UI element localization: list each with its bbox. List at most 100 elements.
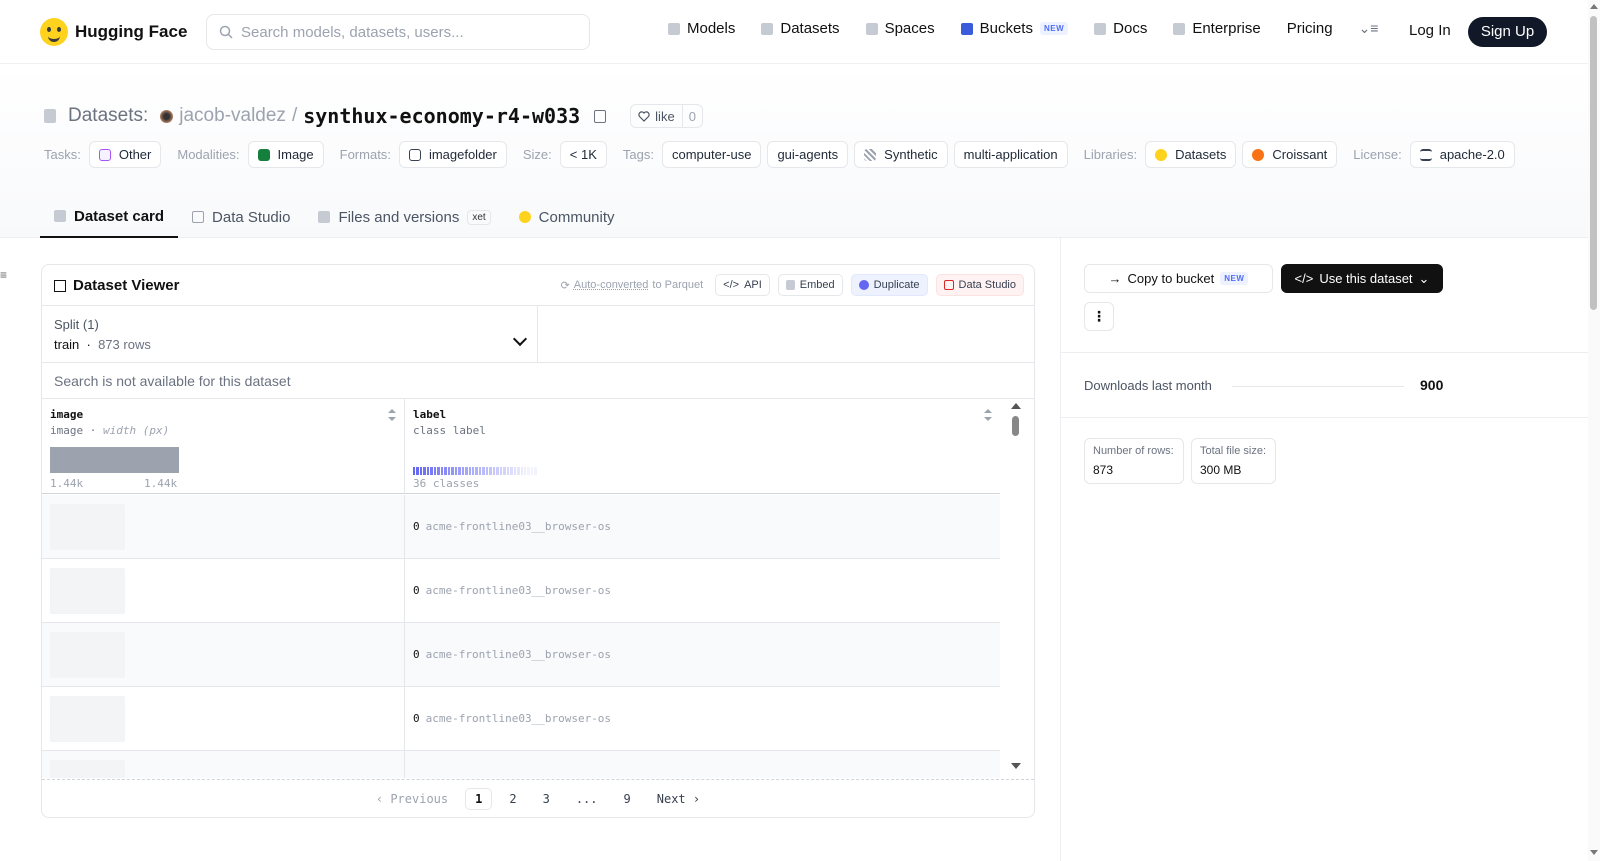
- table-row[interactable]: [42, 751, 1000, 778]
- tag-modality[interactable]: Image: [247, 141, 324, 168]
- class-segment: [482, 467, 485, 475]
- duplicate-label: Duplicate: [873, 279, 920, 291]
- scroll-down-icon[interactable]: [1011, 763, 1021, 769]
- tag-task[interactable]: Other: [88, 141, 162, 168]
- previous-page-button[interactable]: ‹ Previous: [367, 789, 457, 809]
- code-icon: </>: [723, 279, 740, 291]
- viewer-header: Dataset Viewer ⟳ Auto-converted to Parquet…: [42, 265, 1034, 306]
- table-scrollbar[interactable]: [1000, 399, 1034, 778]
- api-label: API: [744, 279, 762, 291]
- column-type: class label: [413, 424, 486, 437]
- class-segment: [506, 467, 510, 475]
- nav-spaces[interactable]: Spaces: [865, 20, 935, 37]
- sort-icon[interactable]: [984, 409, 992, 421]
- size-stat-label: Total file size:: [1200, 445, 1267, 457]
- use-this-dataset-button[interactable]: </> Use this dataset ⌄: [1281, 264, 1443, 293]
- sidebar-toggle-icon[interactable]: ≡: [0, 268, 7, 282]
- scroll-up-icon[interactable]: [1590, 4, 1598, 9]
- page-button[interactable]: 2: [500, 789, 525, 809]
- tag-item[interactable]: Synthetic: [854, 141, 948, 168]
- scroll-down-icon[interactable]: [1590, 850, 1598, 855]
- histogram-max: 1.44k: [144, 477, 178, 490]
- embed-icon: [785, 280, 795, 290]
- table-row[interactable]: 0 acme-frontline03__browser-os: [42, 559, 1000, 623]
- class-segment: [503, 467, 506, 475]
- data-studio-button[interactable]: Data Studio: [935, 274, 1024, 296]
- image-thumbnail[interactable]: [50, 632, 125, 678]
- tag-library-label: Croissant: [1272, 147, 1328, 162]
- formats-label: Formats:: [339, 147, 391, 162]
- tag-library[interactable]: Datasets: [1145, 141, 1237, 168]
- new-badge: NEW: [1039, 22, 1069, 35]
- nav-datasets-label: Datasets: [780, 20, 840, 37]
- owner-link[interactable]: jacob-valdez: [179, 105, 286, 127]
- tag-item[interactable]: multi-application: [953, 141, 1068, 168]
- use-this-dataset-label: Use this dataset: [1319, 271, 1413, 286]
- tab-dataset-card[interactable]: Dataset card: [40, 196, 179, 238]
- signup-button[interactable]: Sign Up: [1468, 17, 1547, 47]
- column-header-image[interactable]: image image · width (px) 1.44k 1.44k: [42, 399, 405, 494]
- login-link[interactable]: Log In: [1409, 22, 1451, 39]
- table-row[interactable]: 0 acme-frontline03__browser-os: [42, 687, 1000, 751]
- nav-enterprise[interactable]: Enterprise: [1173, 20, 1261, 37]
- tag-item[interactable]: gui-agents: [767, 141, 849, 168]
- table-body: 0 acme-frontline03__browser-os 0 acme-fron…: [42, 495, 1000, 778]
- page-button-current[interactable]: 1: [465, 787, 493, 810]
- auto-converted-suffix: to Parquet: [652, 279, 704, 291]
- search-unavailable-message: Search is not available for this dataset: [54, 373, 291, 389]
- brand-logo[interactable]: Hugging Face: [40, 18, 187, 46]
- tag-library[interactable]: Croissant: [1242, 141, 1338, 168]
- more-menu-icon[interactable]: ⌄≡: [1359, 20, 1379, 37]
- embed-button[interactable]: Embed: [777, 274, 843, 296]
- page-scroll-thumb[interactable]: [1590, 16, 1597, 310]
- enterprise-icon: [1173, 22, 1186, 35]
- like-button[interactable]: like 0: [630, 104, 703, 128]
- refresh-icon: ⟳: [560, 279, 570, 292]
- auto-converted-link[interactable]: Auto-converted: [574, 279, 649, 291]
- search-box[interactable]: [206, 14, 590, 50]
- split-selector[interactable]: Split (1) train · 873 rows: [42, 306, 538, 363]
- files-icon: [318, 211, 331, 223]
- nav-pricing[interactable]: Pricing: [1287, 20, 1333, 37]
- tab-community-label: Community: [538, 208, 615, 226]
- split-rows: 873 rows: [98, 337, 151, 352]
- size-stat: Total file size: 300 MB: [1191, 438, 1276, 484]
- tab-files[interactable]: Files and versions xet: [304, 196, 504, 238]
- page-button[interactable]: 3: [534, 789, 559, 809]
- nav-docs[interactable]: Docs: [1094, 20, 1147, 37]
- sort-icon[interactable]: [388, 409, 396, 421]
- tag-license[interactable]: apache-2.0: [1409, 141, 1515, 168]
- image-thumbnail[interactable]: [50, 568, 125, 614]
- image-thumbnail[interactable]: [50, 696, 125, 742]
- tag-format[interactable]: imagefolder: [398, 141, 507, 168]
- class-segment: [430, 467, 433, 475]
- tag-format-label: imagefolder: [428, 147, 497, 162]
- duplicate-button[interactable]: Duplicate: [850, 274, 928, 296]
- search-input[interactable]: [241, 23, 571, 41]
- tab-community[interactable]: Community: [505, 196, 629, 238]
- nav-buckets[interactable]: Buckets NEW: [960, 20, 1069, 37]
- next-page-button[interactable]: Next ›: [648, 789, 709, 809]
- class-distribution-bar: [413, 467, 537, 475]
- class-segment: [454, 467, 458, 475]
- more-options-button[interactable]: ⋮: [1084, 302, 1114, 331]
- tab-data-studio[interactable]: Data Studio: [178, 196, 304, 238]
- table-row[interactable]: 0 acme-frontline03__browser-os: [42, 495, 1000, 559]
- dataset-name[interactable]: synthux-economy-r4-w033: [303, 104, 580, 128]
- nav-models[interactable]: Models: [668, 20, 735, 37]
- scroll-up-icon[interactable]: [1011, 403, 1021, 409]
- page-scrollbar[interactable]: [1588, 0, 1600, 861]
- tag-size[interactable]: < 1K: [559, 141, 607, 168]
- nav-datasets[interactable]: Datasets: [761, 20, 840, 37]
- copy-to-bucket-button[interactable]: → Copy to bucket NEW: [1084, 264, 1273, 293]
- duplicate-icon: [858, 280, 869, 290]
- api-button[interactable]: </> API: [715, 274, 770, 296]
- column-header-label[interactable]: label class label 36 classes: [405, 399, 1000, 494]
- page-button[interactable]: 9: [615, 789, 640, 809]
- copy-icon[interactable]: [594, 109, 607, 123]
- scroll-thumb[interactable]: [1012, 416, 1019, 436]
- table-row[interactable]: 0 acme-frontline03__browser-os: [42, 623, 1000, 687]
- tag-item[interactable]: computer-use: [661, 141, 762, 168]
- image-thumbnail[interactable]: [50, 760, 125, 778]
- image-thumbnail[interactable]: [50, 504, 125, 550]
